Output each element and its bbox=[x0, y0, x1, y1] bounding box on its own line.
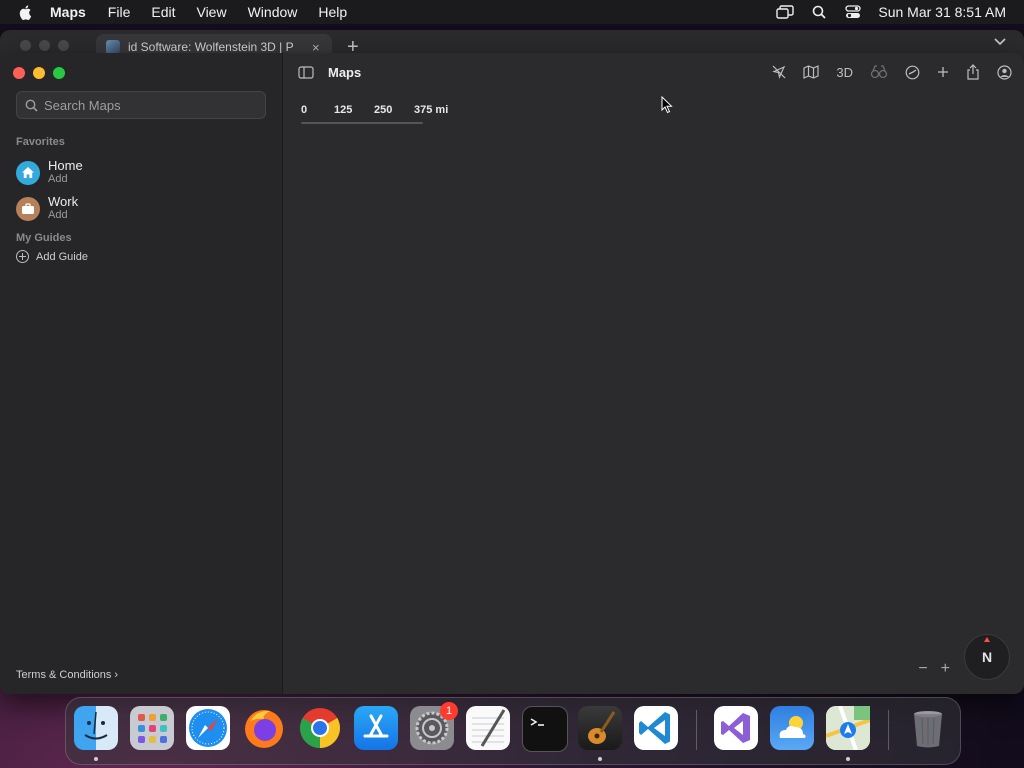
dock-separator bbox=[696, 710, 697, 750]
compass-north-marker bbox=[984, 637, 990, 642]
favorites-heading: Favorites bbox=[16, 136, 65, 148]
terms-and-conditions-link[interactable]: Terms & Conditions › bbox=[16, 669, 118, 681]
menu-app-name[interactable]: Maps bbox=[50, 4, 86, 20]
add-circle-icon bbox=[16, 250, 29, 263]
control-center-icon[interactable] bbox=[844, 3, 862, 21]
zoom-out-button[interactable]: − bbox=[918, 660, 927, 678]
textedit-icon[interactable] bbox=[466, 706, 510, 750]
weather-icon[interactable] bbox=[770, 706, 814, 750]
window-controls bbox=[13, 67, 65, 79]
launchpad-icon[interactable] bbox=[130, 706, 174, 750]
terminal-icon[interactable] bbox=[522, 706, 568, 752]
my-guides-heading: My Guides bbox=[16, 232, 72, 244]
menu-window[interactable]: Window bbox=[248, 4, 298, 20]
sidebar-toggle-icon[interactable] bbox=[298, 65, 314, 79]
favorite-home-label: Home bbox=[48, 158, 83, 173]
menu-file[interactable]: File bbox=[108, 4, 131, 20]
screen-mirroring-icon[interactable] bbox=[776, 3, 795, 21]
menu-view[interactable]: View bbox=[196, 4, 226, 20]
account-icon[interactable] bbox=[997, 64, 1012, 80]
compass-label: N bbox=[981, 649, 993, 665]
scale-label-0: 0 bbox=[301, 104, 308, 116]
look-around-icon[interactable] bbox=[870, 65, 888, 79]
menu-edit[interactable]: Edit bbox=[151, 4, 175, 20]
finder-running-indicator bbox=[94, 757, 98, 761]
tab-favicon-icon bbox=[106, 40, 120, 54]
garageband-icon[interactable] bbox=[578, 706, 622, 750]
window-title: Maps bbox=[328, 64, 362, 80]
map-mode-icon[interactable] bbox=[803, 65, 819, 79]
maps-sidebar: Search Maps Favorites Home Add Work Add … bbox=[0, 53, 283, 694]
firefox-icon[interactable] bbox=[242, 706, 286, 750]
vscode-icon[interactable] bbox=[634, 706, 678, 750]
scale-label-125: 125 bbox=[334, 104, 353, 116]
dock: 1 bbox=[65, 697, 961, 765]
chrome-icon[interactable] bbox=[298, 706, 342, 750]
safari-icon[interactable] bbox=[186, 706, 230, 750]
close-window-button[interactable] bbox=[13, 67, 25, 79]
settings-notification-badge: 1 bbox=[440, 702, 458, 720]
app-store-icon[interactable] bbox=[354, 706, 398, 750]
scale-label-250: 250 bbox=[374, 104, 393, 116]
favorite-home-sub: Add bbox=[48, 173, 68, 185]
trash-icon[interactable] bbox=[906, 706, 950, 750]
spotlight-search-icon[interactable] bbox=[810, 3, 828, 21]
zoom-window-button[interactable] bbox=[53, 67, 65, 79]
location-icon[interactable] bbox=[772, 65, 786, 79]
tab-list-chevron-icon[interactable] bbox=[994, 38, 1006, 46]
favorite-work-sub: Add bbox=[48, 209, 68, 221]
favorite-work-label: Work bbox=[48, 194, 79, 209]
favorite-home[interactable]: Home Add bbox=[16, 159, 83, 186]
menu-help[interactable]: Help bbox=[318, 4, 347, 20]
mouse-cursor-icon bbox=[661, 96, 673, 114]
menu-bar: Maps File Edit View Window Help Sun Mar … bbox=[0, 0, 1024, 24]
minimize-window-button[interactable] bbox=[33, 67, 45, 79]
finder-icon[interactable] bbox=[74, 706, 118, 750]
3d-button[interactable]: 3D bbox=[836, 65, 853, 80]
apple-menu-icon[interactable] bbox=[18, 4, 34, 20]
search-maps-field[interactable]: Search Maps bbox=[16, 91, 266, 119]
dock-separator bbox=[888, 710, 889, 750]
zoom-in-button[interactable]: + bbox=[941, 660, 950, 678]
maps-running-indicator bbox=[846, 757, 850, 761]
garageband-running-indicator bbox=[598, 757, 602, 761]
scale-bar bbox=[301, 122, 423, 124]
menu-clock[interactable]: Sun Mar 31 8:51 AM bbox=[878, 4, 1006, 20]
maps-window: Search Maps Favorites Home Add Work Add … bbox=[0, 53, 1024, 694]
scale-label-375: 375 mi bbox=[414, 104, 449, 116]
search-icon bbox=[25, 99, 38, 112]
maps-icon[interactable] bbox=[825, 705, 871, 751]
add-icon[interactable] bbox=[937, 66, 949, 78]
search-placeholder: Search Maps bbox=[44, 97, 121, 113]
add-guide-label: Add Guide bbox=[36, 250, 88, 263]
home-icon bbox=[16, 160, 40, 185]
zoom-controls: − + bbox=[918, 660, 950, 678]
browser-window-controls[interactable] bbox=[20, 40, 69, 51]
briefcase-icon bbox=[16, 196, 40, 221]
compass-button[interactable]: N bbox=[964, 634, 1010, 680]
maps-toolbar: Maps 3D bbox=[283, 53, 1024, 91]
visual-studio-icon[interactable] bbox=[714, 706, 758, 750]
map-canvas[interactable]: 0 125 250 375 mi − + N bbox=[283, 91, 1024, 694]
favorite-work[interactable]: Work Add bbox=[16, 195, 78, 222]
add-guide-button[interactable]: Add Guide bbox=[16, 250, 88, 263]
browser-tab-title: id Software: Wolfenstein 3D | P bbox=[128, 40, 294, 54]
share-icon[interactable] bbox=[966, 64, 980, 80]
tracking-icon[interactable] bbox=[905, 65, 920, 80]
